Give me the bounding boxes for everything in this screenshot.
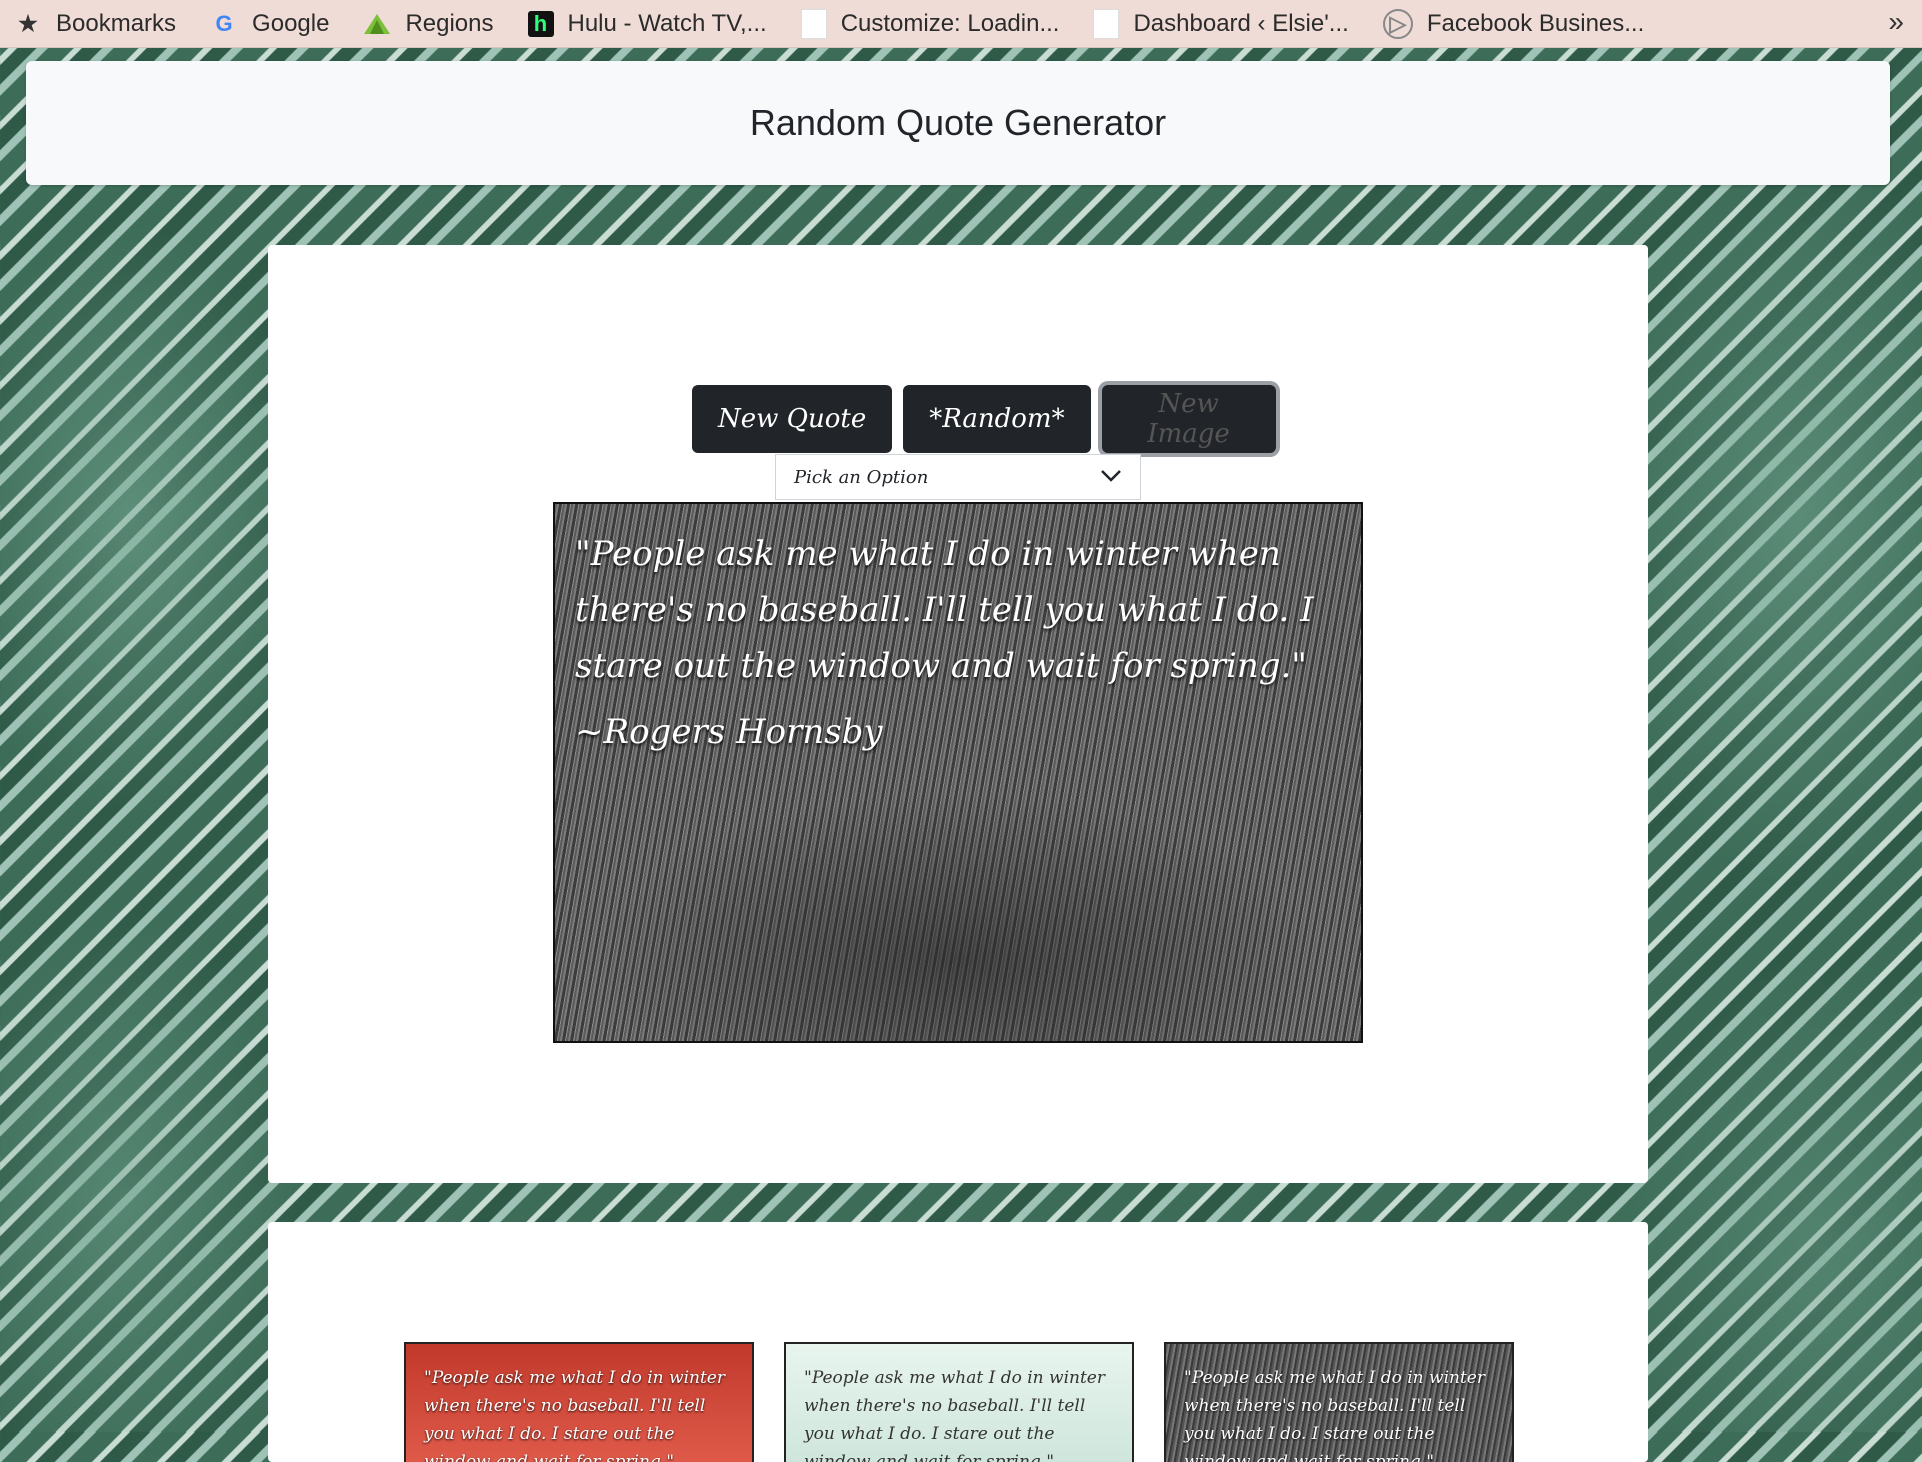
regions-icon	[363, 10, 391, 38]
bookmark-label: Customize: Loadin...	[840, 9, 1060, 37]
quote-author: ~Rogers Hornsby	[575, 712, 883, 752]
page-icon	[800, 8, 827, 39]
bookmark-label: Bookmarks	[56, 9, 177, 37]
star-icon: ★	[18, 10, 38, 36]
option-select-value: Pick an Option	[794, 466, 929, 488]
gallery-card: "People ask me what I do in winter when …	[268, 1222, 1648, 1462]
bookmark-label: Dashboard ‹ Elsie'...	[1133, 9, 1349, 37]
thumbnail-text: "People ask me what I do in winter when …	[804, 1368, 1105, 1462]
quote-text: "People ask me what I do in winter when …	[575, 534, 1314, 686]
new-image-button[interactable]: New Image	[1101, 385, 1276, 453]
bookmark-label: Facebook Busines...	[1426, 9, 1645, 37]
bookmark-label: Regions	[405, 9, 494, 37]
bookmark-google[interactable]: G Google	[210, 10, 329, 38]
quote-thumbnail[interactable]: "People ask me what I do in winter when …	[404, 1342, 754, 1462]
page-icon	[1093, 8, 1120, 39]
quote-card: New Quote *Random* New Image Pick an Opt…	[268, 245, 1648, 1183]
thumbnail-text: "People ask me what I do in winter when …	[1184, 1368, 1485, 1462]
bookmark-facebook-business[interactable]: ▷ Facebook Busines...	[1382, 8, 1645, 39]
bookmark-customize[interactable]: Customize: Loadin...	[800, 8, 1060, 39]
bookmark-hulu[interactable]: h Hulu - Watch TV,...	[527, 9, 767, 38]
facebook-business-icon: ▷	[1382, 8, 1413, 39]
thumbnail-text: "People ask me what I do in winter when …	[424, 1368, 725, 1462]
quote-thumbnail[interactable]: "People ask me what I do in winter when …	[1164, 1342, 1514, 1462]
new-quote-button[interactable]: New Quote	[692, 385, 893, 453]
bookmark-label: Google	[252, 9, 330, 37]
bookmark-label: Hulu - Watch TV,...	[567, 9, 767, 37]
bookmarks-bar: ★ Bookmarks G Google Regions h Hulu - Wa…	[0, 0, 1922, 48]
option-select[interactable]: Pick an Option	[775, 454, 1141, 500]
navbar: Random Quote Generator	[26, 61, 1890, 185]
hulu-icon: h	[527, 10, 554, 37]
bookmark-dashboard[interactable]: Dashboard ‹ Elsie'...	[1093, 8, 1349, 39]
page-title: Random Quote Generator	[749, 102, 1167, 143]
quote-thumbnail[interactable]: "People ask me what I do in winter when …	[784, 1342, 1134, 1462]
quote-image-box: "People ask me what I do in winter when …	[553, 502, 1363, 1043]
bookmark-bookmarks[interactable]: ★ Bookmarks	[14, 10, 176, 38]
random-button[interactable]: *Random*	[903, 385, 1091, 453]
bookmark-regions[interactable]: Regions	[363, 9, 494, 38]
bookmarks-overflow-button[interactable]: »	[1888, 6, 1904, 38]
button-group: New Quote *Random* New Image	[692, 385, 1276, 453]
google-icon: G	[215, 10, 233, 36]
chevron-down-icon	[1100, 467, 1122, 488]
